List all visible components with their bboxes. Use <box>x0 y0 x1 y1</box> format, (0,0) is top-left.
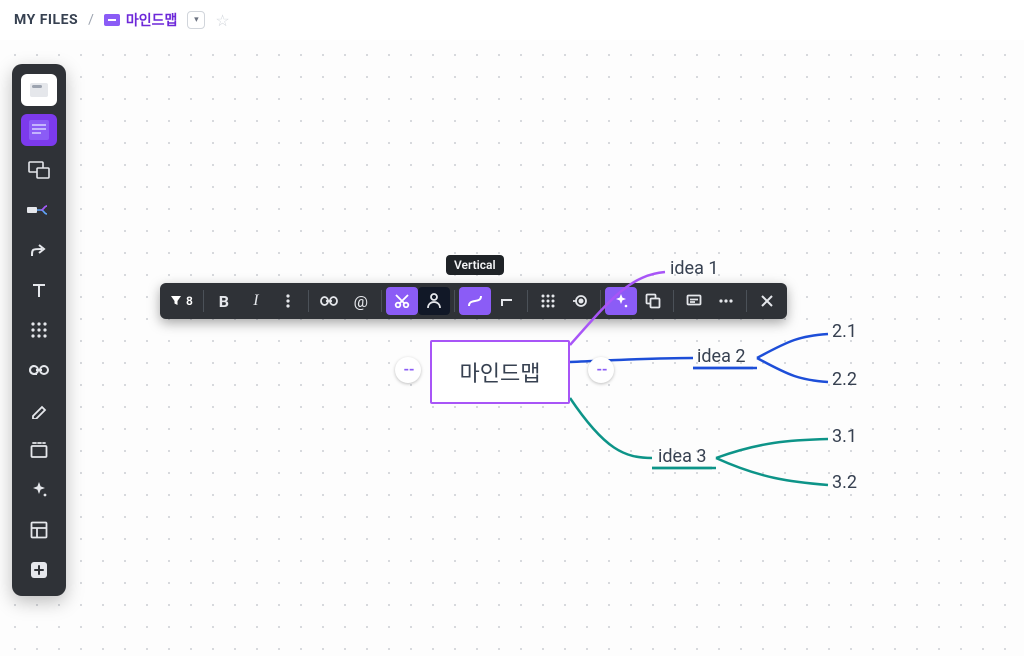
branch-idea1[interactable]: idea 1 <box>670 258 718 279</box>
mindmap-icon <box>104 14 120 26</box>
mindmap-center-node[interactable]: 마인드맵 <box>430 340 570 404</box>
breadcrumb-sep: / <box>88 12 94 28</box>
leaf-3-1[interactable]: 3.1 <box>832 426 857 447</box>
breadcrumb-root[interactable]: MY FILES <box>14 12 78 28</box>
branch-idea2[interactable]: idea 2 <box>697 346 745 367</box>
add-branch-right[interactable]: - - <box>588 357 614 383</box>
workspace[interactable]: Vertical 8 B I @ <box>0 40 1024 656</box>
leaf-2-2[interactable]: 2.2 <box>832 369 857 390</box>
breadcrumb-dropdown[interactable]: ▾ <box>187 11 205 29</box>
breadcrumb-document-title: 마인드맵 <box>126 10 178 30</box>
leaf-2-1[interactable]: 2.1 <box>832 321 857 342</box>
add-branch-left[interactable]: - - <box>395 357 421 383</box>
leaf-3-2[interactable]: 3.2 <box>832 472 857 493</box>
favorite-star-icon[interactable]: ☆ <box>215 11 229 30</box>
mindmap-center-label: 마인드맵 <box>460 356 541 388</box>
branch-idea3[interactable]: idea 3 <box>658 446 706 467</box>
breadcrumb-document[interactable]: 마인드맵 <box>104 10 178 30</box>
breadcrumb: MY FILES / 마인드맵 ▾ ☆ <box>0 0 1024 40</box>
